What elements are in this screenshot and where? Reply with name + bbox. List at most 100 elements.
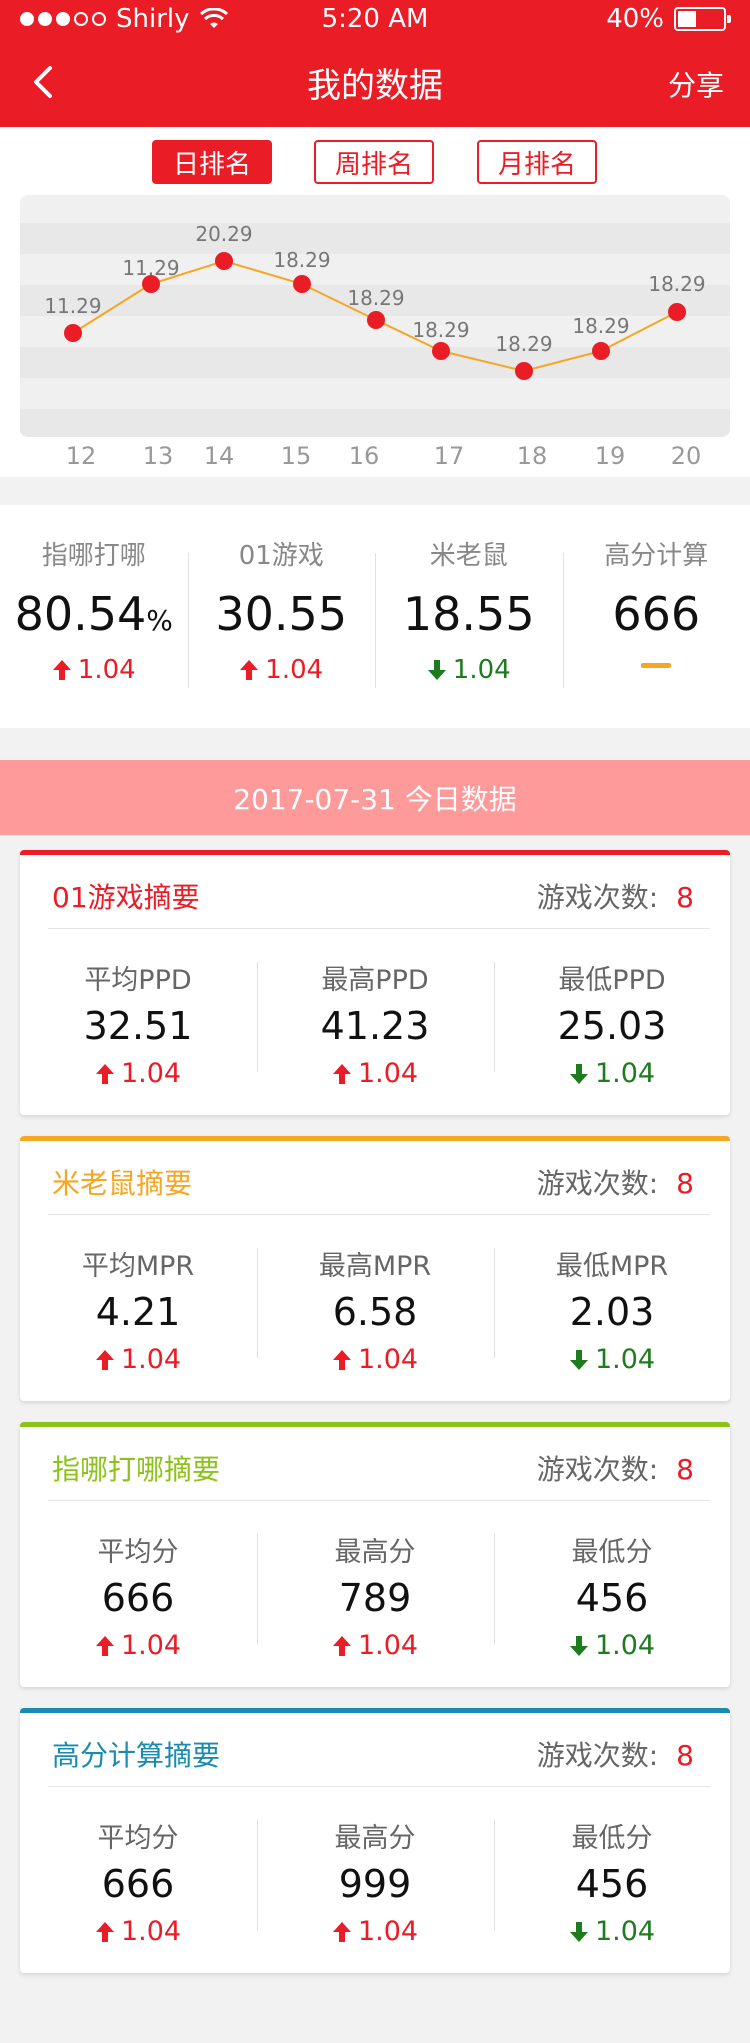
metric-change: 1.04 bbox=[257, 1058, 493, 1089]
metric-value: 2.03 bbox=[569, 1290, 655, 1334]
x-axis-label: 15 bbox=[280, 442, 312, 470]
status-right: 40% bbox=[606, 4, 731, 34]
metric-value: 666 bbox=[101, 1862, 175, 1906]
card-accent-bar bbox=[20, 1422, 730, 1427]
metric-change: 1.04 bbox=[257, 1916, 493, 1947]
chart-point[interactable] bbox=[215, 252, 233, 270]
card-title: 指哪打哪摘要 bbox=[52, 1453, 221, 1486]
metric-name: 平均MPR bbox=[81, 1251, 195, 1282]
game-summary-card[interactable]: 指哪打哪摘要 游戏次数: 8 平均分 666 1.04 最高分 789 1.04 最低分 456 1.… bbox=[20, 1422, 730, 1687]
game-count-label: 游戏次数: bbox=[536, 1739, 659, 1772]
metric-divider bbox=[257, 962, 258, 1072]
summary-divider bbox=[375, 553, 376, 688]
metric-change: 1.04 bbox=[494, 1058, 730, 1089]
metric-divider bbox=[494, 1820, 495, 1930]
x-axis-label: 17 bbox=[433, 442, 465, 470]
summary-item[interactable]: 01游戏 30.55 1.04 bbox=[188, 505, 376, 728]
metric-divider bbox=[257, 1248, 258, 1358]
metric-change: 1.04 bbox=[494, 1630, 730, 1661]
game-count-label: 游戏次数: bbox=[536, 1453, 659, 1486]
arrow-up-icon bbox=[240, 660, 259, 680]
metric-name: 最高分 bbox=[334, 1823, 416, 1854]
chart-point[interactable] bbox=[64, 324, 82, 342]
chart-point-label: 11.29 bbox=[122, 256, 179, 280]
chart-point[interactable] bbox=[668, 303, 686, 321]
summary-divider bbox=[562, 553, 564, 688]
game-summary-card[interactable]: 01游戏摘要 游戏次数: 8 平均PPD 32.51 1.04 最高PPD 41.23 1.04… bbox=[20, 850, 730, 1115]
arrow-up-icon bbox=[95, 1349, 114, 1370]
line-chart-svg: 11.29 11.29 20.29 18.29 18.29 18.29 18.29 18.29… bbox=[20, 222, 730, 437]
chart-point-label: 18.29 bbox=[572, 314, 629, 338]
game-summary-card[interactable]: 米老鼠摘要 游戏次数: 8 平均MPR 4.21 1.04 最高MPR 6.58 1.04 最低M… bbox=[20, 1136, 730, 1401]
summary-item-name: 米老鼠 bbox=[429, 541, 508, 571]
metric-value: 789 bbox=[338, 1576, 412, 1620]
arrow-up-icon bbox=[95, 1063, 114, 1084]
card-divider bbox=[48, 1786, 710, 1787]
chart-point[interactable] bbox=[432, 342, 450, 360]
metric-name: 平均分 bbox=[97, 1537, 179, 1568]
status-bar: Shirly 5:20 AM 40% bbox=[0, 0, 750, 40]
chart-point-label: 18.29 bbox=[648, 272, 705, 296]
arrow-down-icon bbox=[569, 1349, 588, 1370]
summary-panel: 指哪打哪 80.54% 1.04 01游戏 30.55 1.04 米老鼠 18.55 1.04 高… bbox=[0, 505, 750, 728]
chart-point[interactable] bbox=[592, 342, 610, 360]
card-divider bbox=[48, 1500, 710, 1501]
x-axis-label: 16 bbox=[348, 442, 380, 470]
game-count: 游戏次数: 8 bbox=[537, 1162, 694, 1202]
metric-change: 1.04 bbox=[20, 1916, 256, 1947]
metric-divider bbox=[494, 962, 495, 1072]
summary-item-value: 666 bbox=[612, 587, 701, 641]
arrow-up-icon bbox=[95, 1635, 114, 1656]
line-chart: 11.29 11.29 20.29 18.29 18.29 18.29 18.29 18.29… bbox=[20, 195, 730, 437]
metric-name: 最高MPR bbox=[318, 1251, 432, 1282]
chart-point[interactable] bbox=[515, 362, 533, 380]
summary-item-change bbox=[563, 655, 750, 668]
metric-divider bbox=[257, 1820, 258, 1930]
metric-change: 1.04 bbox=[257, 1630, 493, 1661]
x-axis-label: 12 bbox=[65, 442, 97, 470]
metric-value: 32.51 bbox=[83, 1004, 193, 1048]
metric-value: 6.58 bbox=[332, 1290, 418, 1334]
tab-weekly-ranking[interactable]: 周排名 bbox=[314, 140, 434, 184]
summary-item[interactable]: 米老鼠 18.55 1.04 bbox=[375, 505, 563, 728]
flat-dash-icon bbox=[641, 663, 672, 668]
metric-name: 平均分 bbox=[97, 1823, 179, 1854]
metric-change: 1.04 bbox=[20, 1058, 256, 1089]
game-summary-card[interactable]: 高分计算摘要 游戏次数: 8 平均分 666 1.04 最高分 999 1.04 最低分 456 1.… bbox=[20, 1708, 730, 1973]
tab-monthly-ranking[interactable]: 月排名 bbox=[477, 140, 597, 184]
metric-divider bbox=[494, 1534, 495, 1644]
game-count: 游戏次数: 8 bbox=[537, 876, 694, 916]
metric-change: 1.04 bbox=[20, 1344, 256, 1375]
metric-change: 1.04 bbox=[494, 1344, 730, 1375]
metric-value: 25.03 bbox=[557, 1004, 667, 1048]
summary-item[interactable]: 高分计算 666 bbox=[563, 505, 750, 728]
summary-item[interactable]: 指哪打哪 80.54% 1.04 bbox=[0, 505, 188, 728]
arrow-up-icon bbox=[332, 1349, 351, 1370]
game-count-value: 8 bbox=[676, 1453, 694, 1486]
chart-point[interactable] bbox=[293, 275, 311, 293]
share-button[interactable]: 分享 bbox=[668, 64, 724, 104]
x-axis-label: 19 bbox=[594, 442, 626, 470]
arrow-down-icon bbox=[427, 660, 446, 680]
chart-point[interactable] bbox=[367, 311, 385, 329]
chart-grid-band bbox=[20, 409, 730, 437]
arrow-down-icon bbox=[569, 1921, 588, 1942]
arrow-down-icon bbox=[569, 1635, 588, 1656]
summary-item-change: 1.04 bbox=[0, 655, 188, 685]
metric-name: 最低PPD bbox=[558, 965, 666, 996]
metric-change: 1.04 bbox=[257, 1344, 493, 1375]
game-count-value: 8 bbox=[676, 1739, 694, 1772]
card-accent-bar bbox=[20, 1708, 730, 1713]
x-axis-label: 20 bbox=[670, 442, 702, 470]
card-accent-bar bbox=[20, 1136, 730, 1141]
card-title: 高分计算摘要 bbox=[52, 1739, 221, 1772]
chart-point-label: 11.29 bbox=[44, 294, 101, 318]
arrow-up-icon bbox=[52, 660, 71, 680]
game-count: 游戏次数: 8 bbox=[537, 1448, 694, 1488]
header: Shirly 5:20 AM 40% 我的数据 分享 bbox=[0, 0, 750, 127]
metric-divider bbox=[494, 1248, 495, 1358]
game-count-label: 游戏次数: bbox=[536, 881, 659, 914]
tab-daily-ranking[interactable]: 日排名 bbox=[152, 140, 272, 184]
page-title: 我的数据 bbox=[307, 66, 443, 106]
metric-name: 最高PPD bbox=[321, 965, 429, 996]
